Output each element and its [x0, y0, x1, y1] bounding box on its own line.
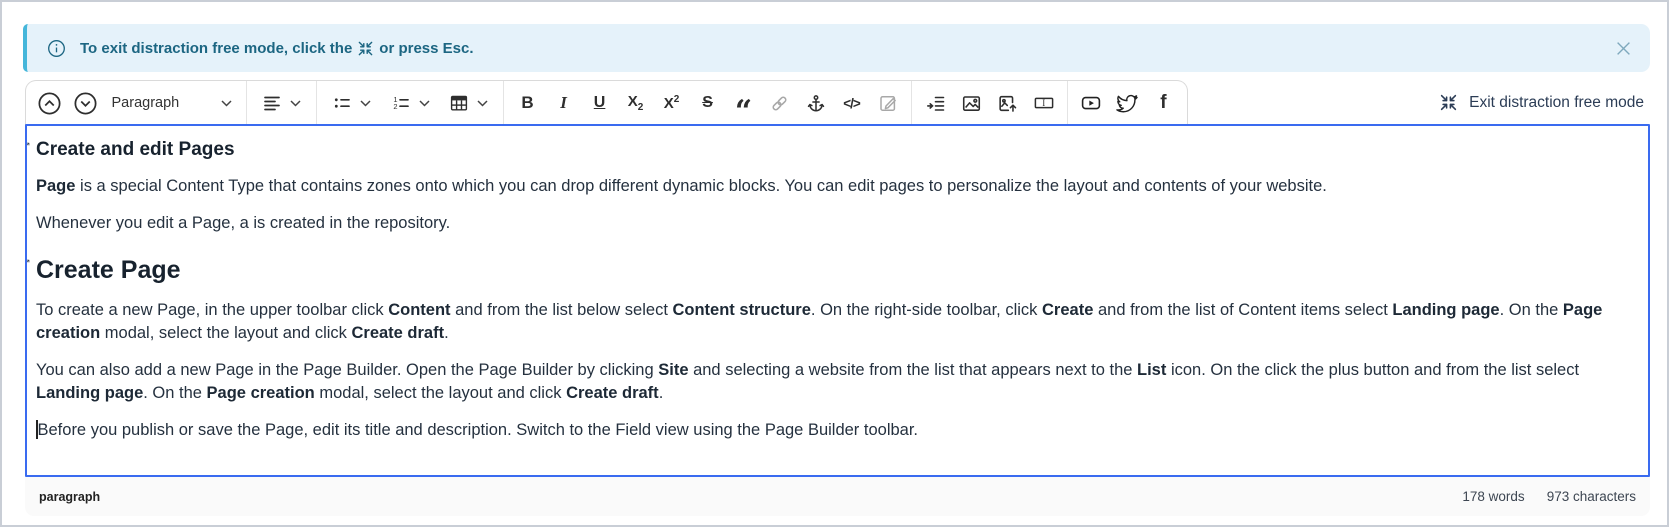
svg-text:I: I: [1042, 98, 1045, 108]
block-quote-button[interactable]: “: [726, 85, 761, 121]
text-alignment-dropdown[interactable]: [253, 85, 310, 121]
embed-twitter-button[interactable]: [1110, 85, 1145, 121]
insert-table-dropdown[interactable]: [440, 85, 497, 121]
paragraph-block[interactable]: To create a new Page, in the upper toolb…: [36, 299, 1634, 345]
twitter-icon: [1116, 93, 1138, 113]
underline-icon: U: [594, 94, 606, 112]
distraction-free-editor-window: To exit distraction free mode, click the…: [0, 0, 1669, 527]
banner-message: To exit distraction free mode, click the…: [80, 40, 474, 57]
banner-close-button[interactable]: [1610, 35, 1636, 61]
upload-image-button[interactable]: [990, 85, 1025, 121]
exit-hint-banner: To exit distraction free mode, click the…: [23, 24, 1650, 72]
edit-source-button[interactable]: [870, 85, 905, 121]
image-icon: [961, 93, 982, 114]
insert-image-button[interactable]: [954, 85, 989, 121]
bulleted-list-icon: [332, 93, 352, 113]
bulleted-list-dropdown[interactable]: [323, 85, 380, 121]
bold-icon: B: [521, 93, 533, 113]
move-down-button[interactable]: [68, 85, 103, 121]
chevron-down-icon: [360, 100, 371, 107]
collapse-arrows-icon: [1439, 93, 1458, 112]
current-block-type-label: paragraph: [39, 490, 100, 504]
rich-text-editing-area[interactable]: ↗Create and edit Pages Page is a special …: [25, 124, 1650, 477]
subscript-button[interactable]: X2: [618, 85, 653, 121]
field-box-icon: I: [1033, 93, 1055, 113]
chevron-down-icon: [477, 100, 488, 107]
move-up-button[interactable]: [32, 85, 67, 121]
heading-block[interactable]: ↗Create and edit Pages: [36, 139, 1634, 161]
toolbar-separator: [503, 81, 504, 125]
youtube-icon: [1080, 93, 1102, 113]
superscript-icon: X2: [664, 94, 680, 112]
anchor-button[interactable]: [798, 85, 833, 121]
superscript-button[interactable]: X2: [654, 85, 689, 121]
heading-anchor-marker: ↗: [25, 141, 31, 150]
toolbar-separator: [1067, 81, 1068, 125]
link-icon: [769, 93, 790, 114]
strikethrough-button[interactable]: S: [690, 85, 725, 121]
toolbar-separator: [911, 81, 912, 125]
chevron-down-circle-icon: [73, 91, 98, 116]
italic-button[interactable]: I: [546, 85, 581, 121]
paragraph-block[interactable]: You can also add a new Page in the Page …: [36, 359, 1634, 405]
collapse-arrows-icon: [357, 40, 374, 57]
info-icon: [47, 39, 66, 58]
toolbar-separator: [316, 81, 317, 125]
pencil-square-icon: [878, 93, 898, 113]
paragraph-block[interactable]: Before you publish or save the Page, edi…: [36, 419, 1634, 442]
insert-field-button[interactable]: I: [1026, 85, 1061, 121]
table-icon: [449, 93, 469, 113]
numbered-list-dropdown[interactable]: 1 2: [381, 85, 438, 121]
heading-block[interactable]: ↗Create Page: [36, 256, 1634, 285]
heading-anchor-marker: ↗: [25, 258, 31, 267]
paragraph-style-label: Paragraph: [112, 95, 180, 111]
toolbar-separator: [246, 81, 247, 125]
insert-custom-tag-icon: [926, 93, 946, 113]
facebook-icon: f: [1160, 92, 1166, 114]
embed-facebook-button[interactable]: f: [1146, 85, 1181, 121]
svg-text:2: 2: [393, 102, 397, 111]
editor-toolbar: Paragraph: [25, 80, 1188, 125]
insert-custom-tag-button[interactable]: [918, 85, 953, 121]
code-button[interactable]: </>: [834, 85, 869, 121]
align-left-icon: [262, 93, 282, 113]
anchor-icon: [806, 93, 826, 113]
word-count: 178 words: [1462, 489, 1524, 504]
chevron-down-icon: [419, 100, 430, 107]
character-count: 973 characters: [1547, 489, 1636, 504]
subscript-icon: X2: [628, 93, 644, 113]
bold-button[interactable]: B: [510, 85, 545, 121]
image-upload-icon: [997, 93, 1018, 114]
editor-status-bar: paragraph 178 words 973 characters: [25, 477, 1650, 516]
numbered-list-icon: 1 2: [391, 93, 411, 113]
code-icon: </>: [843, 96, 860, 111]
block-quote-icon: “: [735, 108, 752, 116]
exit-distraction-free-label: Exit distraction free mode: [1469, 94, 1644, 112]
italic-icon: I: [560, 93, 567, 113]
paragraph-block[interactable]: Whenever you edit a Page, a is created i…: [36, 212, 1634, 235]
embed-youtube-button[interactable]: [1074, 85, 1109, 121]
chevron-up-circle-icon: [37, 91, 62, 116]
link-button[interactable]: [762, 85, 797, 121]
chevron-down-icon: [290, 100, 301, 107]
chevron-down-icon: [221, 100, 232, 107]
strikethrough-icon: S: [702, 94, 713, 112]
paragraph-block[interactable]: Page is a special Content Type that cont…: [36, 175, 1634, 198]
paragraph-style-dropdown[interactable]: Paragraph: [104, 85, 240, 121]
exit-distraction-free-button[interactable]: Exit distraction free mode: [1439, 80, 1650, 125]
underline-button[interactable]: U: [582, 85, 617, 121]
toolbar-row: Paragraph: [25, 80, 1650, 125]
